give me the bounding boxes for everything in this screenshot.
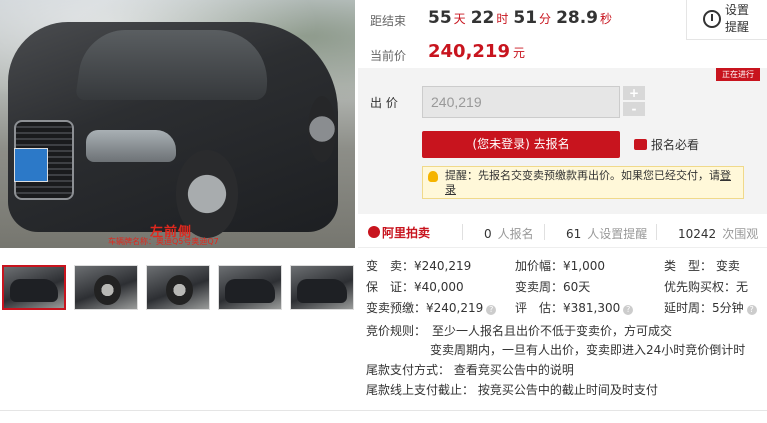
photo-headlight	[86, 130, 176, 162]
current-price-label: 当前价	[370, 49, 407, 63]
thumbnail-strip	[0, 265, 360, 313]
thumbnail-2[interactable]	[74, 265, 138, 310]
ali-auction-logo-icon	[368, 226, 380, 238]
sale-price: 变 卖：¥240,219	[366, 259, 472, 273]
countdown-hours-unit: 时	[496, 12, 509, 26]
current-price-value: 240,219	[428, 41, 510, 62]
bid-rule: 竞价规则： 至少一人报名且出价不低于变卖价，方可成交	[366, 322, 672, 339]
bid-rule-label: 竞价规则：	[366, 324, 427, 338]
registration-guide-link[interactable]: 报名必看	[634, 136, 699, 153]
auction-type: 类 型： 变卖	[664, 259, 740, 273]
registered-count: 0 人报名	[484, 225, 534, 242]
photo-watermark-caption: 车辆牌名称：奥迪Q5号奥迪Q7	[108, 237, 219, 246]
deposit: 保 证：¥40,000	[366, 280, 464, 294]
bid-amount-input[interactable]: 240,219	[422, 86, 620, 118]
countdown-label: 距结束	[370, 14, 407, 28]
views-count: 10242 次围观	[678, 225, 758, 242]
stats-divider	[656, 224, 657, 240]
bid-increase-button[interactable]: +	[623, 86, 645, 100]
prepayment-text: 变卖预缴：¥240,219	[366, 301, 484, 315]
reminder-tip: 提醒：先报名交变卖预缴款再出价。如果您已经交付，请登录	[422, 166, 744, 199]
thumbnail-1[interactable]	[2, 265, 66, 310]
final-payment-deadline: 尾款线上支付截止： 按竞买公告中的截止时间及时支付	[366, 383, 658, 397]
thumbnail-3[interactable]	[146, 265, 210, 310]
bid-decrease-button[interactable]: -	[623, 102, 645, 116]
views-count-value: 10242	[678, 227, 717, 241]
countdown-minutes-unit: 分	[539, 12, 552, 26]
ali-auction-logo: 阿里拍卖	[368, 224, 430, 241]
reminder-tip-text: 提醒：先报名交变卖预缴款再出价。如果您已经交付，请	[445, 169, 720, 182]
help-icon[interactable]: ?	[623, 305, 634, 315]
reminder-count-value: 61	[566, 227, 582, 241]
extension-period: 延时周：5分钟?	[664, 299, 767, 316]
main-vehicle-photo[interactable]: 左前侧 车辆牌名称：奥迪Q5号奥迪Q7	[0, 0, 355, 248]
views-count-label: 次围观	[722, 227, 759, 241]
alarm-clock-icon	[703, 10, 721, 28]
bid-label: 出 价	[370, 96, 398, 110]
thumbnail-image	[225, 278, 275, 303]
countdown-hours: 22	[470, 8, 495, 28]
photo-license-plate	[14, 148, 48, 182]
set-reminder-button[interactable]: 设置提醒	[686, 0, 767, 40]
current-price-unit: 元	[512, 46, 525, 60]
ali-auction-logo-text: 阿里拍卖	[382, 226, 431, 240]
sale-period: 变卖周：60天	[515, 280, 591, 294]
countdown-days-unit: 天	[453, 12, 466, 26]
current-price: 240,219 元	[428, 41, 525, 62]
signup-button[interactable]: (您未登录) 去报名	[422, 131, 620, 158]
reminder-count-label: 人设置提醒	[587, 227, 648, 241]
bid-increment: 加价幅：¥1,000	[515, 259, 605, 273]
thumbnail-5[interactable]	[290, 265, 354, 310]
priority-purchase: 优先购买权：无	[664, 280, 749, 294]
photo-rear-wheel	[308, 96, 336, 162]
bid-rule-line-2: 变卖周期内，一旦有人出价，变卖即进入24小时竞价倒计时	[430, 343, 746, 357]
stats-divider	[544, 224, 545, 240]
countdown-seconds-unit: 秒	[600, 12, 613, 26]
thumbnail-4[interactable]	[218, 265, 282, 310]
stats-divider	[462, 224, 463, 240]
stats-bar: 阿里拍卖 0 人报名 61 人设置提醒 10242 次围观	[358, 216, 767, 248]
reminder-count: 61 人设置提醒	[566, 225, 647, 242]
bid-rule-line-1: 至少一人报名且出价不低于变卖价，方可成交	[432, 324, 673, 338]
final-payment-method: 尾款支付方式： 查看竞买公告中的说明	[366, 363, 574, 377]
prepayment: 变卖预缴：¥240,219?	[366, 299, 497, 316]
status-badge: 正在进行	[716, 68, 760, 81]
thumbnail-image	[10, 279, 58, 302]
countdown-seconds: 28.9	[556, 8, 599, 28]
registered-count-value: 0	[484, 227, 492, 241]
countdown-timer: 55 天 22 时 51 分 28.9 秒	[428, 8, 617, 28]
lightbulb-icon	[428, 171, 438, 182]
help-icon[interactable]: ?	[746, 305, 757, 315]
photo-windshield	[75, 30, 275, 100]
countdown-minutes: 51	[513, 8, 538, 28]
guide-icon	[634, 139, 647, 150]
thumbnail-image	[93, 274, 122, 305]
appraisal: 评 估：¥381,300?	[515, 299, 634, 316]
appraisal-text: 评 估：¥381,300	[515, 301, 621, 315]
extension-text: 延时周：5分钟	[664, 301, 744, 315]
help-icon[interactable]: ?	[486, 305, 497, 315]
registered-count-label: 人报名	[497, 227, 534, 241]
set-reminder-label: 设置提醒	[725, 3, 750, 34]
thumbnail-image	[297, 278, 347, 303]
bottom-divider	[0, 410, 767, 411]
countdown-days: 55	[428, 8, 452, 28]
thumbnail-image	[165, 274, 194, 305]
registration-guide-label: 报名必看	[651, 138, 700, 152]
